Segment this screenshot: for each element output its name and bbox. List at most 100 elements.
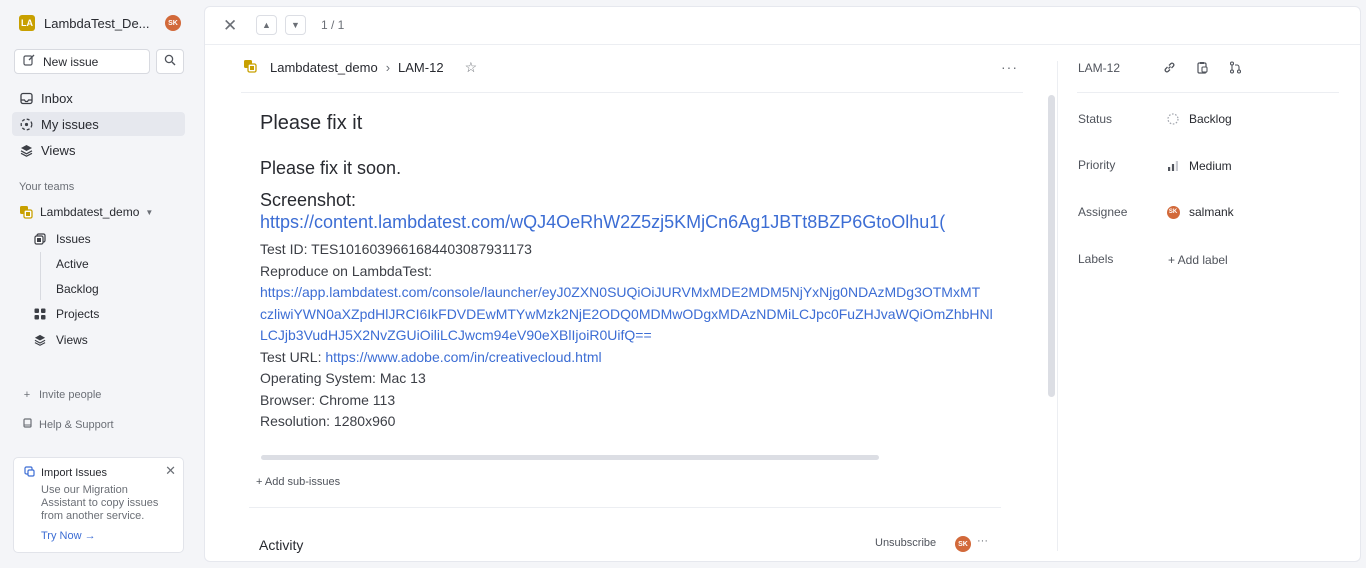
workspace-switcher[interactable]: LA LambdaTest_De... SK [19,15,181,31]
my-issues-icon [19,117,33,131]
test-url-label: Test URL: [260,348,322,365]
teams-section-label: Your teams [19,181,75,193]
new-issue-button[interactable]: New issue [14,49,150,74]
close-icon[interactable]: ✕ [165,463,176,479]
search-button[interactable] [156,49,184,74]
user-avatar[interactable]: SK [165,15,181,31]
compose-icon [23,54,35,69]
issue-actions [1163,61,1242,77]
layers-icon [33,334,47,346]
workspace-name: LambdaTest_De... [44,15,150,31]
plus-icon: + [23,389,31,401]
grid-icon [33,308,47,320]
divider [1077,92,1339,93]
sidebar-item-active[interactable]: Active [56,254,89,274]
sidebar-item-my-issues[interactable]: My issues [12,112,185,136]
sidebar-item-label: Issues [56,232,91,246]
divider [249,507,1001,508]
import-issues-card: Import Issues ✕ Use our Migration Assist… [13,457,184,553]
import-icon [24,466,35,480]
chevron-down-icon: ▼ [291,20,300,30]
screenshot-label: Screenshot: [260,190,357,210]
status-value[interactable]: Backlog [1166,112,1232,126]
priority-text: Medium [1189,159,1232,173]
new-issue-label: New issue [43,54,99,69]
reproduce-link-line-1[interactable]: https://app.lambdatest.com/console/launc… [260,284,980,300]
sidebar-item-views[interactable]: Views [12,138,185,162]
close-icon[interactable]: ✕ [223,16,237,36]
divider [1057,61,1058,551]
vertical-scrollbar[interactable] [1048,95,1055,397]
assignee-value[interactable]: SK salmank [1166,205,1234,219]
import-description: Use our Migration Assistant to copy issu… [41,484,159,522]
unsubscribe-button[interactable]: Unsubscribe [875,537,936,549]
book-icon [22,418,32,431]
sidebar-item-label: Projects [56,307,100,321]
sidebar-item-label: Inbox [41,90,73,106]
activity-more-icon[interactable]: ··· [977,535,988,547]
issue-pager: 1 / 1 [321,18,345,32]
import-card-header: Import Issues [24,466,173,480]
reproduce-link-line-3[interactable]: LCJjb3VudHJ5X2NvZGUiOiliLCJwcm94eV90eXBl… [260,327,652,343]
assignee-avatar-wrap: SK [1166,205,1180,219]
team-icon [19,205,33,219]
breadcrumb: Lambdatest_demo › LAM-12 ☆ [243,59,477,76]
sidebar-item-projects[interactable]: Projects [33,304,99,324]
tree-guide-line [40,252,41,300]
previous-issue-button[interactable]: ▲ [256,15,277,35]
search-icon [164,54,176,69]
test-id: Test ID: TES10160396616844030879311​73 [260,241,532,257]
sidebar-item-label: Views [56,333,88,347]
priority-bars-icon [1166,160,1180,172]
screenshot-link[interactable]: https://content.lambdatest.com/wQJ4OeRhW… [260,211,997,234]
sidebar-item-inbox[interactable]: Inbox [12,86,185,110]
team-name: Lambdatest_demo [40,205,140,219]
sidebar-item-issues[interactable]: Issues [33,229,91,249]
sidebar: LA LambdaTest_De... SK New issue Inbox M… [0,0,198,568]
invite-people-link[interactable]: + Invite people [22,389,102,401]
copy-id-icon[interactable] [1196,61,1209,77]
add-sub-issues-button[interactable]: + Add sub-issues [256,476,340,488]
layers-icon [19,143,33,157]
try-now-link[interactable]: Try Now → [41,530,173,542]
caret-down-icon: ▼ [145,207,154,217]
workspace-logo: LA [19,15,35,31]
issue-panel: ✕ ▲ ▼ 1 / 1 Lambdatest_demo › LAM-12 ☆ ·… [204,6,1361,562]
sidebar-item-team-views[interactable]: Views [33,330,88,350]
activity-avatar: SK [955,536,971,552]
issues-icon [33,233,47,245]
inbox-icon [19,91,33,105]
issue-id: LAM-12 [1078,61,1121,75]
sidebar-item-backlog[interactable]: Backlog [56,279,99,299]
branch-icon[interactable] [1229,61,1242,77]
help-support-link[interactable]: Help & Support [22,418,114,431]
assignee-text: salmank [1189,205,1234,219]
breadcrumb-issue-id[interactable]: LAM-12 [398,60,444,75]
add-label-button[interactable]: + Add label [1168,253,1228,267]
test-url-link[interactable]: https://www.adobe.com/in/creativecloud.h… [325,349,601,365]
status-text: Backlog [1189,112,1232,126]
invite-label: Invite people [39,389,102,401]
operating-system: Operating System: Mac 13 [260,370,426,386]
reproduce-label: Reproduce on LambdaTest: [260,262,432,279]
issue-description[interactable]: Please fix it soon. [260,156,997,180]
assignee-avatar: SK [1166,205,1180,219]
issue-title[interactable]: Please fix it [260,107,997,139]
priority-value[interactable]: Medium [1166,159,1232,173]
horizontal-scrollbar[interactable] [261,455,879,460]
backlog-status-icon [1166,113,1180,125]
team-lambdatest-demo[interactable]: Lambdatest_demo ▼ [19,205,153,219]
activity-heading: Activity [259,537,304,553]
more-options-icon[interactable]: ··· [1001,59,1018,75]
resolution: Resolution: 1280x960 [260,413,396,429]
help-label: Help & Support [39,418,114,431]
breadcrumb-team[interactable]: Lambdatest_demo [270,60,378,75]
star-icon[interactable]: ☆ [465,59,478,76]
next-issue-button[interactable]: ▼ [285,15,306,35]
reproduce-link-line-2[interactable]: czliwiYWN0aXZpdHlJRCI6IkFDVDEwMTYwMzk2Nj… [260,306,993,322]
sidebar-item-label: Views [41,142,76,158]
link-icon[interactable] [1163,61,1176,77]
labels-label: Labels [1078,252,1114,266]
issue-content: Please fix it Please fix it soon. Screen… [260,107,997,433]
panel-toolbar: ✕ ▲ ▼ 1 / 1 [205,7,1360,45]
